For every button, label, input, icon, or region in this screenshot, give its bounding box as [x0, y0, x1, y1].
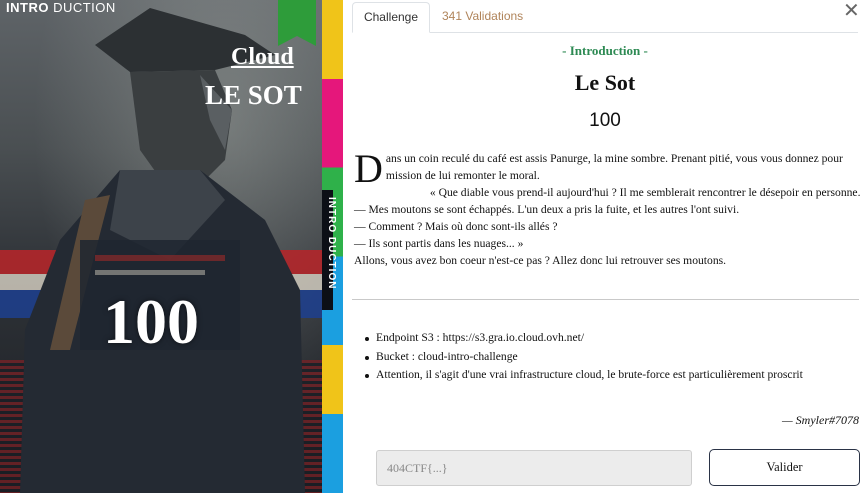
card-points: 100 [103, 286, 199, 357]
flag-input[interactable] [376, 450, 692, 486]
list-item: Bucket : cloud-intro-challenge [365, 348, 855, 367]
drop-cap: D [354, 146, 383, 191]
list-item: Attention, il s'agit d'une vrai infrastr… [365, 366, 855, 385]
challenge-detail-panel: Challenge 341 Validations ✕ - Introducti… [343, 0, 867, 493]
challenge-author: — Smyler#7078 [782, 413, 859, 427]
card-challenge-name: LE SOT [205, 80, 302, 110]
tab-bar: Challenge 341 Validations [352, 2, 858, 33]
story-paragraph: — Mes moutons se sont échappés. L'un deu… [354, 203, 740, 216]
close-icon[interactable]: ✕ [843, 0, 860, 20]
challenge-points: 100 [589, 110, 621, 131]
list-item: Endpoint S3 : https://s3.gra.io.cloud.ov… [365, 329, 855, 348]
challenge-card: INTRO DUCTION Cloud LE SOT 100 INTRO DUC… [0, 0, 343, 493]
story-paragraph: Allons, vous avez bon coeur n'est-ce pas… [354, 254, 727, 267]
challenge-title: Le Sot [574, 70, 636, 95]
card-category: Cloud [231, 44, 294, 70]
musketeer-silhouette [20, 8, 305, 493]
submit-button[interactable]: Valider [709, 449, 860, 486]
story-paragraph: ans un coin reculé du café est assis Pan… [385, 152, 843, 182]
story-paragraph: « Que diable vous prend-il aujourd'hui ?… [429, 186, 861, 199]
challenge-info-list: Endpoint S3 : https://s3.gra.io.cloud.ov… [365, 329, 855, 385]
story-paragraph: — Ils sont partis dans les nuages... » [354, 237, 524, 250]
tab-validations[interactable]: 341 Validations [442, 2, 523, 33]
card-artwork [0, 0, 322, 493]
card-top-label: INTRO DUCTION [6, 0, 116, 15]
tab-challenge[interactable]: Challenge [352, 2, 430, 33]
challenge-category: - Introduction - [562, 43, 648, 58]
bookmark-ribbon-icon [278, 0, 316, 36]
story-paragraph: — Comment ? Mais où donc sont-ils allés … [354, 220, 558, 233]
card-side-label: INTRO DUCTION [326, 197, 337, 290]
divider [352, 299, 859, 300]
challenge-description: D ans un coin reculé du café est assis P… [354, 146, 864, 269]
